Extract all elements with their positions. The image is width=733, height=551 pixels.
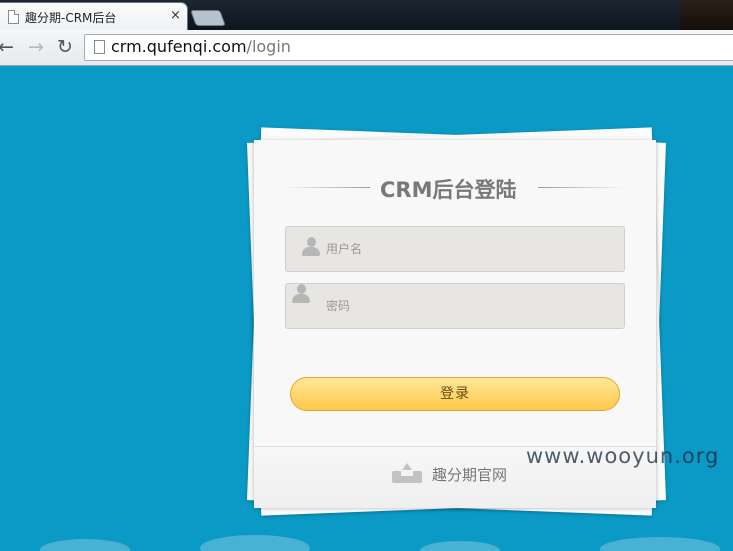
- cloud-shape: [40, 539, 130, 551]
- user-icon: [302, 237, 320, 257]
- titlebar-background: [680, 0, 733, 30]
- cloud-shape: [600, 537, 720, 551]
- login-button[interactable]: 登录: [290, 377, 620, 411]
- login-page: CRM后台登陆 登录 趣分期官网: [0, 66, 733, 551]
- url-text[interactable]: crm.qufenqi.com/login: [111, 37, 291, 56]
- username-field[interactable]: [285, 226, 625, 272]
- cloud-decoration: [0, 535, 733, 551]
- page-icon: [94, 40, 105, 54]
- heading-divider-right: [538, 187, 624, 188]
- reload-button[interactable]: ↻: [53, 35, 77, 59]
- tray-icon: [392, 463, 422, 485]
- url-host: crm.qufenqi.com: [111, 37, 247, 56]
- tab-title: 趣分期-CRM后台: [25, 11, 117, 25]
- user-icon: [292, 284, 310, 304]
- url-path: /login: [246, 37, 291, 56]
- password-field[interactable]: [285, 283, 625, 329]
- address-bar[interactable]: crm.qufenqi.com/login: [84, 34, 733, 61]
- cloud-shape: [420, 541, 500, 551]
- official-site-link[interactable]: 趣分期官网: [432, 464, 507, 485]
- tab-close-button[interactable]: ×: [170, 8, 181, 23]
- browser-toolbar: ← → ↻ crm.qufenqi.com/login: [0, 30, 733, 66]
- forward-button[interactable]: →: [24, 35, 48, 59]
- login-title: CRM后台登陆: [380, 178, 517, 202]
- password-input[interactable]: [326, 284, 616, 328]
- login-heading: CRM后台登陆: [254, 174, 656, 204]
- cloud-shape: [200, 535, 310, 551]
- back-button[interactable]: ←: [0, 35, 18, 59]
- new-tab-button[interactable]: [191, 11, 225, 25]
- browser-tab[interactable]: 趣分期-CRM后台 ×: [0, 3, 187, 30]
- heading-divider-left: [284, 187, 370, 188]
- watermark-text: www.wooyun.org: [526, 444, 720, 468]
- browser-tabstrip: 趣分期-CRM后台 ×: [0, 0, 733, 30]
- document-icon: [8, 10, 19, 24]
- username-input[interactable]: [326, 227, 616, 271]
